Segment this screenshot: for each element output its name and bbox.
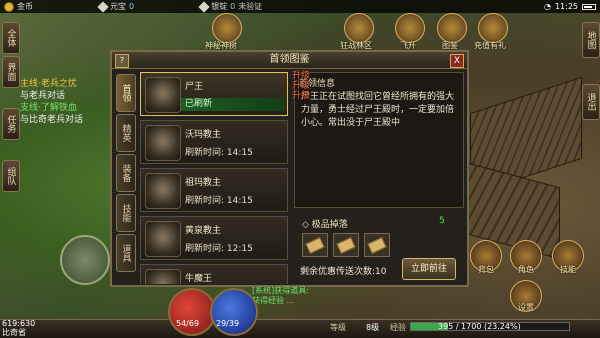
boss-row-zuma[interactable]: 祖玛教主 刷新时间: 14:15: [140, 168, 288, 212]
codex-icon[interactable]: [437, 13, 467, 43]
drops-suffix: 5: [439, 216, 445, 226]
tab-elite[interactable]: 精英: [116, 114, 136, 152]
level-up-floating-text: 升级升级升级: [291, 71, 310, 101]
gold-label: 金币: [17, 2, 33, 11]
player-coords: 619:630 比奇省: [2, 319, 35, 337]
quest-side-step[interactable]: 与比奇老兵对话: [20, 114, 124, 126]
yuanbao-icon: [97, 0, 109, 13]
settings-label: 设置: [518, 303, 534, 312]
tab-equipment[interactable]: 装备: [116, 154, 136, 192]
boss-name: 牛魔王: [185, 274, 213, 284]
level-label: 等级: [330, 323, 346, 332]
tab-exit[interactable]: 退出: [582, 84, 600, 120]
exp-value: 395 / 1700 (23.24%): [438, 322, 521, 331]
tab-items[interactable]: 道具: [116, 234, 136, 272]
battle-zone-icon[interactable]: [344, 13, 374, 43]
recharge-gift-icon[interactable]: [478, 13, 508, 43]
boss-status: 刷新时间: 14:15: [185, 148, 253, 158]
ascend-icon[interactable]: [395, 13, 425, 43]
yuanbao-slot: 元宝 0: [97, 0, 135, 13]
drops-heading-text: 极品掉落: [311, 220, 348, 230]
boss-row-shiwang[interactable]: 尸王 已刷新: [140, 72, 288, 116]
hp-orb: [168, 288, 216, 336]
silver-label: 银锭: [211, 2, 228, 11]
quest-main-title[interactable]: 主线·老兵之忧: [20, 78, 124, 90]
help-button[interactable]: ?: [115, 54, 129, 68]
silver-value: 0: [230, 2, 236, 11]
tab-map[interactable]: 地图: [582, 22, 600, 58]
exp-label: 经验: [390, 323, 406, 332]
scroll-icon: [367, 236, 387, 254]
yuanbao-label: 元宝: [110, 2, 126, 11]
tab-interface[interactable]: 界面: [2, 56, 20, 88]
coords-text: 619:630: [2, 319, 36, 328]
boss-status: 已刷新: [181, 98, 285, 111]
boss-status: 刷新时间: 14:15: [185, 196, 253, 206]
currency-bar: 金币 元宝 0 银锭 0 未验证: [0, 0, 600, 13]
boss-portrait: [145, 269, 181, 284]
boss-name: 祖玛教主: [185, 178, 222, 188]
wifi-icon: ◔: [543, 2, 551, 11]
tab-skills[interactable]: 技能: [116, 194, 136, 232]
tab-team[interactable]: 组队: [2, 160, 20, 192]
mp-orb: [210, 288, 258, 336]
panel-title: 首领图鉴: [269, 54, 310, 65]
silver-icon: [198, 0, 210, 13]
boss-status: 刷新时间: 12:15: [185, 244, 253, 254]
movement-joystick[interactable]: [60, 235, 110, 285]
drop-item-slot[interactable]: [364, 233, 390, 257]
boss-row-woma[interactable]: 沃玛教主 刷新时间: 14:15: [140, 120, 288, 164]
tab-boss[interactable]: 首领: [116, 74, 136, 112]
yuanbao-value: 0: [129, 2, 135, 11]
drops-heading: ◇ 极品掉落: [302, 220, 348, 230]
tab-all[interactable]: 全体: [2, 22, 20, 54]
quest-main-step[interactable]: 与老兵对话: [20, 90, 124, 102]
go-now-button[interactable]: 立即前往: [402, 258, 456, 280]
gold-slot: 金币: [4, 1, 33, 12]
hp-text: 54/69: [176, 319, 200, 328]
boss-name: 黄泉教主: [185, 226, 222, 236]
map-name: 比奇省: [2, 328, 26, 337]
drop-items: [302, 233, 390, 257]
mp-text: 29/39: [216, 319, 240, 328]
silver-slot: 银锭 0 未验证: [198, 0, 263, 13]
character-label: 角色: [518, 265, 534, 274]
info-text: 尸王正在试图找回它曾经所拥有的强大力量，勇士经过尸王殿时，一定要加倍小心。常出没…: [301, 92, 455, 128]
level-value: 8级: [366, 323, 380, 332]
boss-row-niumowang[interactable]: 牛魔王: [140, 264, 288, 284]
quest-tracker[interactable]: 主线·老兵之忧 与老兵对话 支线·了解铁血 与比奇老兵对话: [20, 78, 124, 126]
chat-line: 获得经验 ...: [252, 296, 295, 305]
boss-portrait: [145, 173, 181, 209]
verify-status: 未验证: [238, 2, 263, 11]
scroll-icon: [305, 236, 325, 254]
teleport-remaining: 剩余优惠传送次数:10: [300, 267, 387, 277]
boss-portrait: [145, 125, 181, 161]
clock: 11:25: [554, 2, 578, 11]
boss-info-box: 首领信息 尸王正在试图找回它曾经所拥有的强大力量，勇士经过尸王殿时，一定要加倍小…: [294, 72, 464, 208]
tab-quests[interactable]: 任务: [2, 108, 20, 140]
boss-portrait: [145, 221, 181, 257]
skill-label: 技能: [560, 265, 576, 274]
gold-coin-icon: [4, 1, 14, 12]
device-status: ◔ 11:25: [544, 0, 596, 13]
close-button[interactable]: X: [450, 54, 464, 68]
chat-line: [系统]获得道具:: [252, 286, 309, 295]
quest-side-title[interactable]: 支线·了解铁血: [20, 102, 124, 114]
panel-header: 首领图鉴 ? X: [112, 52, 467, 69]
boss-name: 沃玛教主: [185, 130, 222, 140]
recharge-gift-label: 充值有礼: [474, 41, 506, 50]
mystic-tree-icon[interactable]: [212, 13, 242, 43]
boss-name: 尸王: [185, 82, 204, 92]
boss-portrait: [145, 77, 181, 113]
boss-list: 尸王 已刷新 沃玛教主 刷新时间: 14:15 祖玛教主 刷新时间: 14:15…: [140, 72, 288, 284]
drop-item-slot[interactable]: [302, 233, 328, 257]
backpack-label: 背包: [478, 265, 494, 274]
drop-item-slot[interactable]: [333, 233, 359, 257]
battery-icon: [582, 3, 596, 10]
scroll-icon: [336, 236, 356, 254]
chat-log: [系统]获得道具: 获得经验 ...: [252, 286, 309, 306]
boss-row-huangquan[interactable]: 黄泉教主 刷新时间: 12:15: [140, 216, 288, 260]
